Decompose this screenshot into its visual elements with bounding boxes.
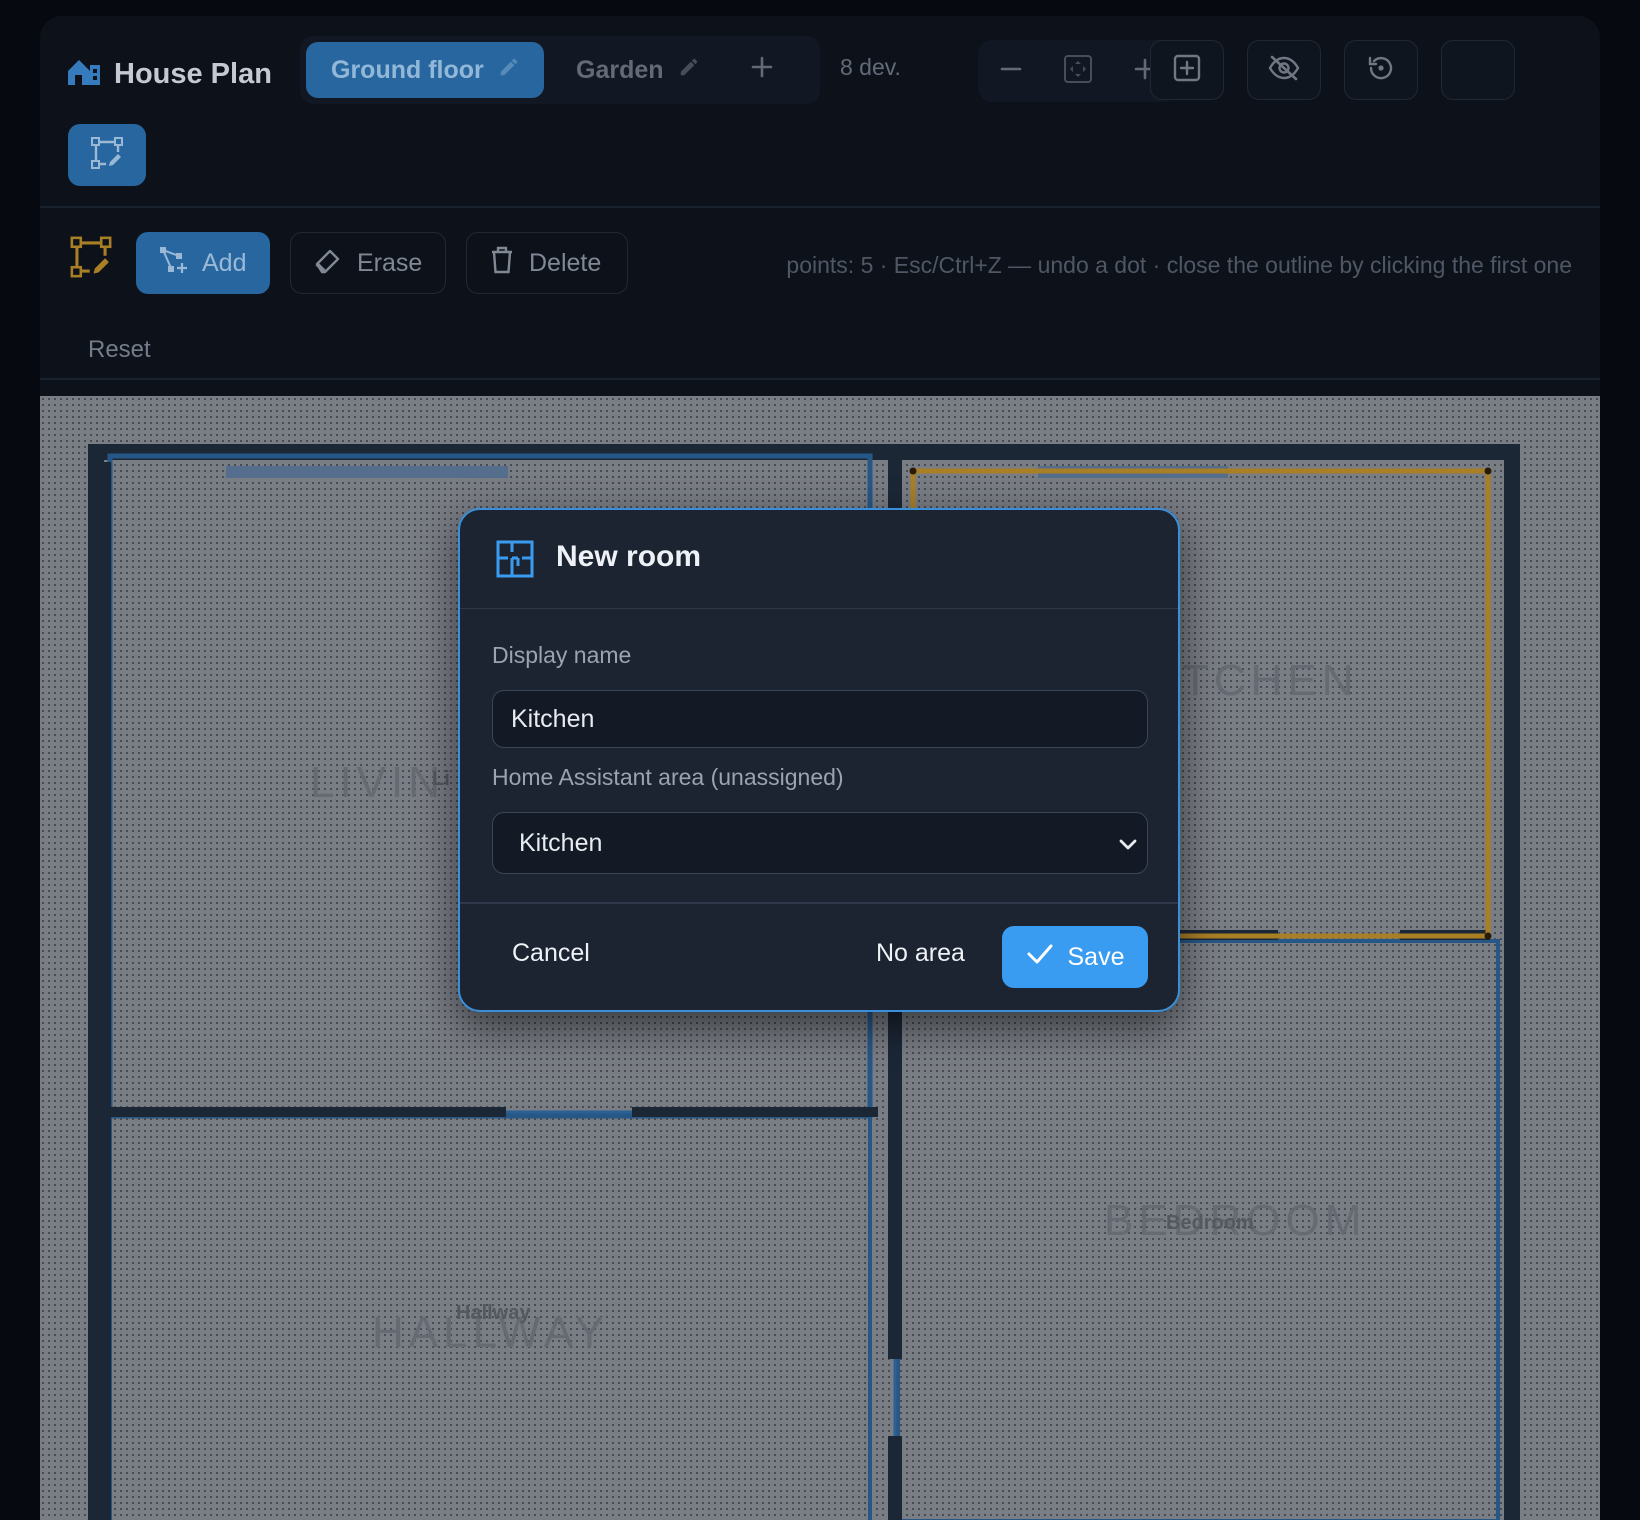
display-name-input[interactable]: Kitchen — [492, 690, 1148, 748]
floor-plan-icon — [496, 540, 534, 583]
area-select[interactable]: Kitchen — [492, 812, 1148, 874]
dialog-divider — [460, 902, 1178, 904]
display-name-label: Display name — [492, 642, 632, 668]
dialog-title: New room — [556, 540, 702, 573]
area-value: Kitchen — [519, 828, 603, 857]
dialog-header: New room — [460, 510, 1178, 609]
area-label: Home Assistant area (unassigned) — [492, 764, 844, 790]
save-label: Save — [1067, 942, 1125, 971]
cancel-button[interactable]: Cancel — [512, 922, 590, 984]
check-icon — [1026, 942, 1054, 973]
no-area-button[interactable]: No area — [876, 922, 965, 984]
new-room-dialog: New room Display name Kitchen Home Assis… — [458, 508, 1180, 1012]
save-button[interactable]: Save — [1002, 926, 1148, 988]
chevron-down-icon — [1117, 833, 1139, 862]
display-name-value: Kitchen — [511, 704, 595, 733]
